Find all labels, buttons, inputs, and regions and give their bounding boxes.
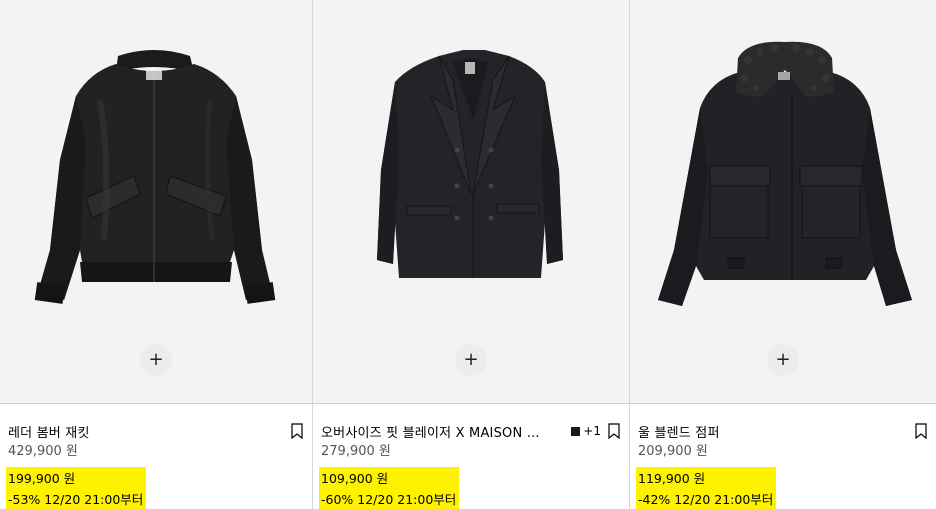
bookmark-icon[interactable] (607, 423, 621, 439)
bookmark-icon[interactable] (290, 423, 304, 439)
discount-note: -53% 12/20 21:00부터 (8, 492, 144, 507)
original-price: 279,900 원 (321, 444, 391, 459)
plus-icon: + (148, 349, 164, 370)
product-name[interactable]: 오버사이즈 핏 블레이저 X MAISON ... (321, 422, 565, 441)
plus-icon: + (775, 349, 791, 370)
product-image[interactable]: + (630, 0, 936, 404)
product-name[interactable]: 울 블렌드 점퍼 (638, 422, 908, 441)
sale-price: 119,900 원 (638, 471, 706, 486)
product-name[interactable]: 레더 봄버 재킷 (8, 422, 284, 441)
color-swatches[interactable]: +1 (571, 424, 601, 438)
product-card[interactable]: + 울 블렌드 점퍼 209,900 원 119,900 원 -42% 12/2… (629, 0, 936, 509)
sale-price: 199,900 원 (8, 471, 76, 486)
product-info: 오버사이즈 핏 블레이저 X MAISON ... +1 279,900 원 1… (313, 421, 629, 509)
sale-price-box: 119,900 원 -42% 12/20 21:00부터 (636, 467, 777, 509)
sale-price: 109,900 원 (321, 471, 389, 486)
more-colors-count: +1 (583, 424, 601, 438)
original-price: 429,900 원 (8, 444, 78, 459)
product-name-row: 레더 봄버 재킷 (8, 421, 304, 441)
bookmark-icon[interactable] (914, 423, 928, 439)
product-image[interactable]: + (0, 0, 312, 404)
original-price: 209,900 원 (638, 444, 708, 459)
sale-price-box: 199,900 원 -53% 12/20 21:00부터 (6, 467, 147, 509)
product-info: 울 블렌드 점퍼 209,900 원 119,900 원 -42% 12/20 … (630, 421, 936, 509)
product-grid: + 레더 봄버 재킷 429,900 원 199,900 원 -53% 12/2… (0, 0, 936, 509)
add-to-cart-button[interactable]: + (455, 344, 487, 376)
color-swatch[interactable] (571, 426, 581, 436)
product-info: 레더 봄버 재킷 429,900 원 199,900 원 -53% 12/20 … (0, 421, 312, 509)
add-to-cart-button[interactable]: + (767, 344, 799, 376)
plus-icon: + (463, 349, 479, 370)
discount-note: -60% 12/20 21:00부터 (321, 492, 457, 507)
add-to-cart-button[interactable]: + (140, 344, 172, 376)
sale-price-box: 109,900 원 -60% 12/20 21:00부터 (319, 467, 460, 509)
product-card[interactable]: + 오버사이즈 핏 블레이저 X MAISON ... +1 279,900 원… (312, 0, 629, 509)
product-card[interactable]: + 레더 봄버 재킷 429,900 원 199,900 원 -53% 12/2… (0, 0, 312, 509)
discount-note: -42% 12/20 21:00부터 (638, 492, 774, 507)
product-name-row: 울 블렌드 점퍼 (638, 421, 928, 441)
product-image[interactable]: + (313, 0, 629, 404)
product-name-row: 오버사이즈 핏 블레이저 X MAISON ... +1 (321, 421, 621, 441)
